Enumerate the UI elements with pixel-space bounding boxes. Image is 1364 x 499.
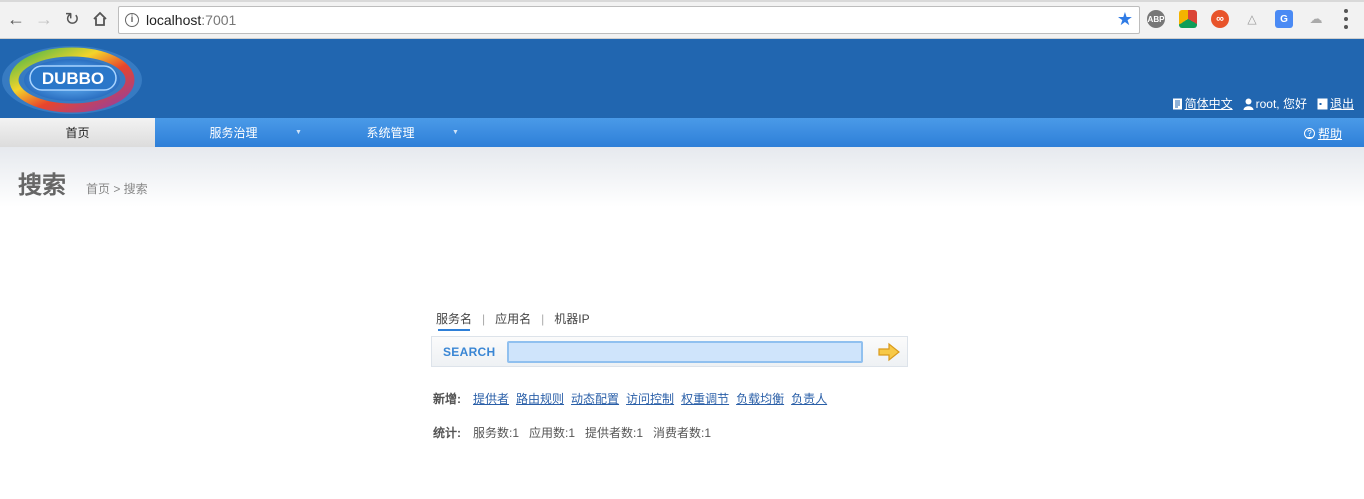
language-link[interactable]: 简体中文 (1172, 95, 1233, 112)
search-type-tabs: 服务名 | 应用名 | 机器IP (436, 310, 590, 331)
add-owner-link[interactable]: 负责人 (791, 390, 827, 407)
logout-icon (1317, 98, 1328, 109)
chevron-down-icon: ▼ (295, 129, 302, 136)
stat-providers: 提供者数:1 (585, 426, 644, 440)
menu-system-management[interactable]: 系统管理 (312, 118, 469, 147)
home-icon[interactable] (89, 8, 111, 30)
header-links: 简体中文 root, 您好 退出 (1172, 95, 1354, 112)
translate-icon[interactable]: G (1275, 10, 1293, 28)
menu-service-governance-label: 服务治理 (209, 126, 258, 140)
tab-application-name[interactable]: 应用名 (495, 310, 531, 331)
add-links-row: 新增: 提供者 路由规则 动态配置 访问控制 权重调节 负载均衡 负责人 (433, 390, 834, 407)
help-label: 帮助 (1317, 127, 1342, 141)
browser-menu-icon[interactable] (1342, 9, 1350, 29)
app-header: DUBBO 简体中文 root, 您好 退出 (0, 39, 1364, 118)
page-header: 搜索 首页 > 搜索 (0, 147, 1364, 207)
sitemap-icon[interactable]: △ (1243, 10, 1261, 28)
url-text[interactable]: localhost:7001 (146, 12, 236, 28)
add-loadbalance-link[interactable]: 负载均衡 (736, 390, 784, 407)
main-menu: 首页 服务治理 ▼ 系统管理 ▼ ? 帮助 (0, 118, 1364, 147)
add-config-link[interactable]: 动态配置 (571, 390, 619, 407)
menu-service-governance[interactable]: 服务治理 (155, 118, 312, 147)
tab-separator: | (541, 311, 545, 326)
stats-label: 统计: (433, 426, 461, 440)
help-link[interactable]: ? 帮助 (1303, 125, 1342, 142)
help-icon: ? (1303, 128, 1315, 139)
add-label: 新增: (433, 392, 461, 406)
stat-consumers: 消费者数:1 (653, 426, 712, 440)
search-label: SEARCH (443, 345, 496, 359)
add-weight-link[interactable]: 权重调节 (681, 390, 729, 407)
user-icon (1243, 98, 1254, 110)
breadcrumb[interactable]: 首页 > 搜索 (86, 180, 148, 197)
svg-text:DUBBO: DUBBO (42, 69, 104, 88)
address-bar[interactable]: i localhost:7001 ★ (118, 6, 1140, 34)
document-icon (1172, 98, 1182, 109)
cloud-icon[interactable]: ☁ (1307, 10, 1325, 28)
add-provider-link[interactable]: 提供者 (473, 390, 509, 407)
search-arrow-icon[interactable] (878, 342, 900, 362)
back-arrow-icon[interactable]: ← (5, 8, 27, 30)
chrome-ext-icon[interactable] (1179, 10, 1197, 28)
tab-strip (0, 0, 1364, 2)
dubbo-logo[interactable]: DUBBO (0, 42, 145, 117)
chevron-down-icon: ▼ (452, 129, 459, 136)
menu-home[interactable]: 首页 (0, 118, 155, 147)
stats-row: 统计: 服务数:1 应用数:1 提供者数:1 消费者数:1 (433, 424, 721, 441)
menu-system-management-label: 系统管理 (366, 126, 415, 140)
reload-icon[interactable]: ↻ (61, 8, 83, 30)
forward-arrow-icon[interactable]: → (33, 8, 55, 30)
logout-link[interactable]: 退出 (1317, 95, 1354, 112)
tab-machine-ip[interactable]: 机器IP (554, 310, 589, 331)
search-box: SEARCH (431, 336, 908, 367)
bookmark-star-icon[interactable]: ★ (1117, 10, 1133, 28)
add-access-link[interactable]: 访问控制 (626, 390, 674, 407)
user-greeting: root, 您好 (1243, 95, 1307, 112)
tab-service-name[interactable]: 服务名 (436, 310, 472, 331)
infinity-icon[interactable]: ∞ (1211, 10, 1229, 28)
search-input[interactable] (507, 341, 863, 363)
stat-services: 服务数:1 (473, 426, 520, 440)
info-icon[interactable]: i (125, 13, 139, 27)
browser-toolbar: ← → ↻ i localhost:7001 ★ ABP ∞ △ G ☁ (0, 0, 1364, 39)
add-route-link[interactable]: 路由规则 (516, 390, 564, 407)
page-title: 搜索 (18, 171, 66, 199)
tab-separator: | (482, 311, 486, 326)
stat-applications: 应用数:1 (529, 426, 576, 440)
adblock-icon[interactable]: ABP (1147, 10, 1165, 28)
